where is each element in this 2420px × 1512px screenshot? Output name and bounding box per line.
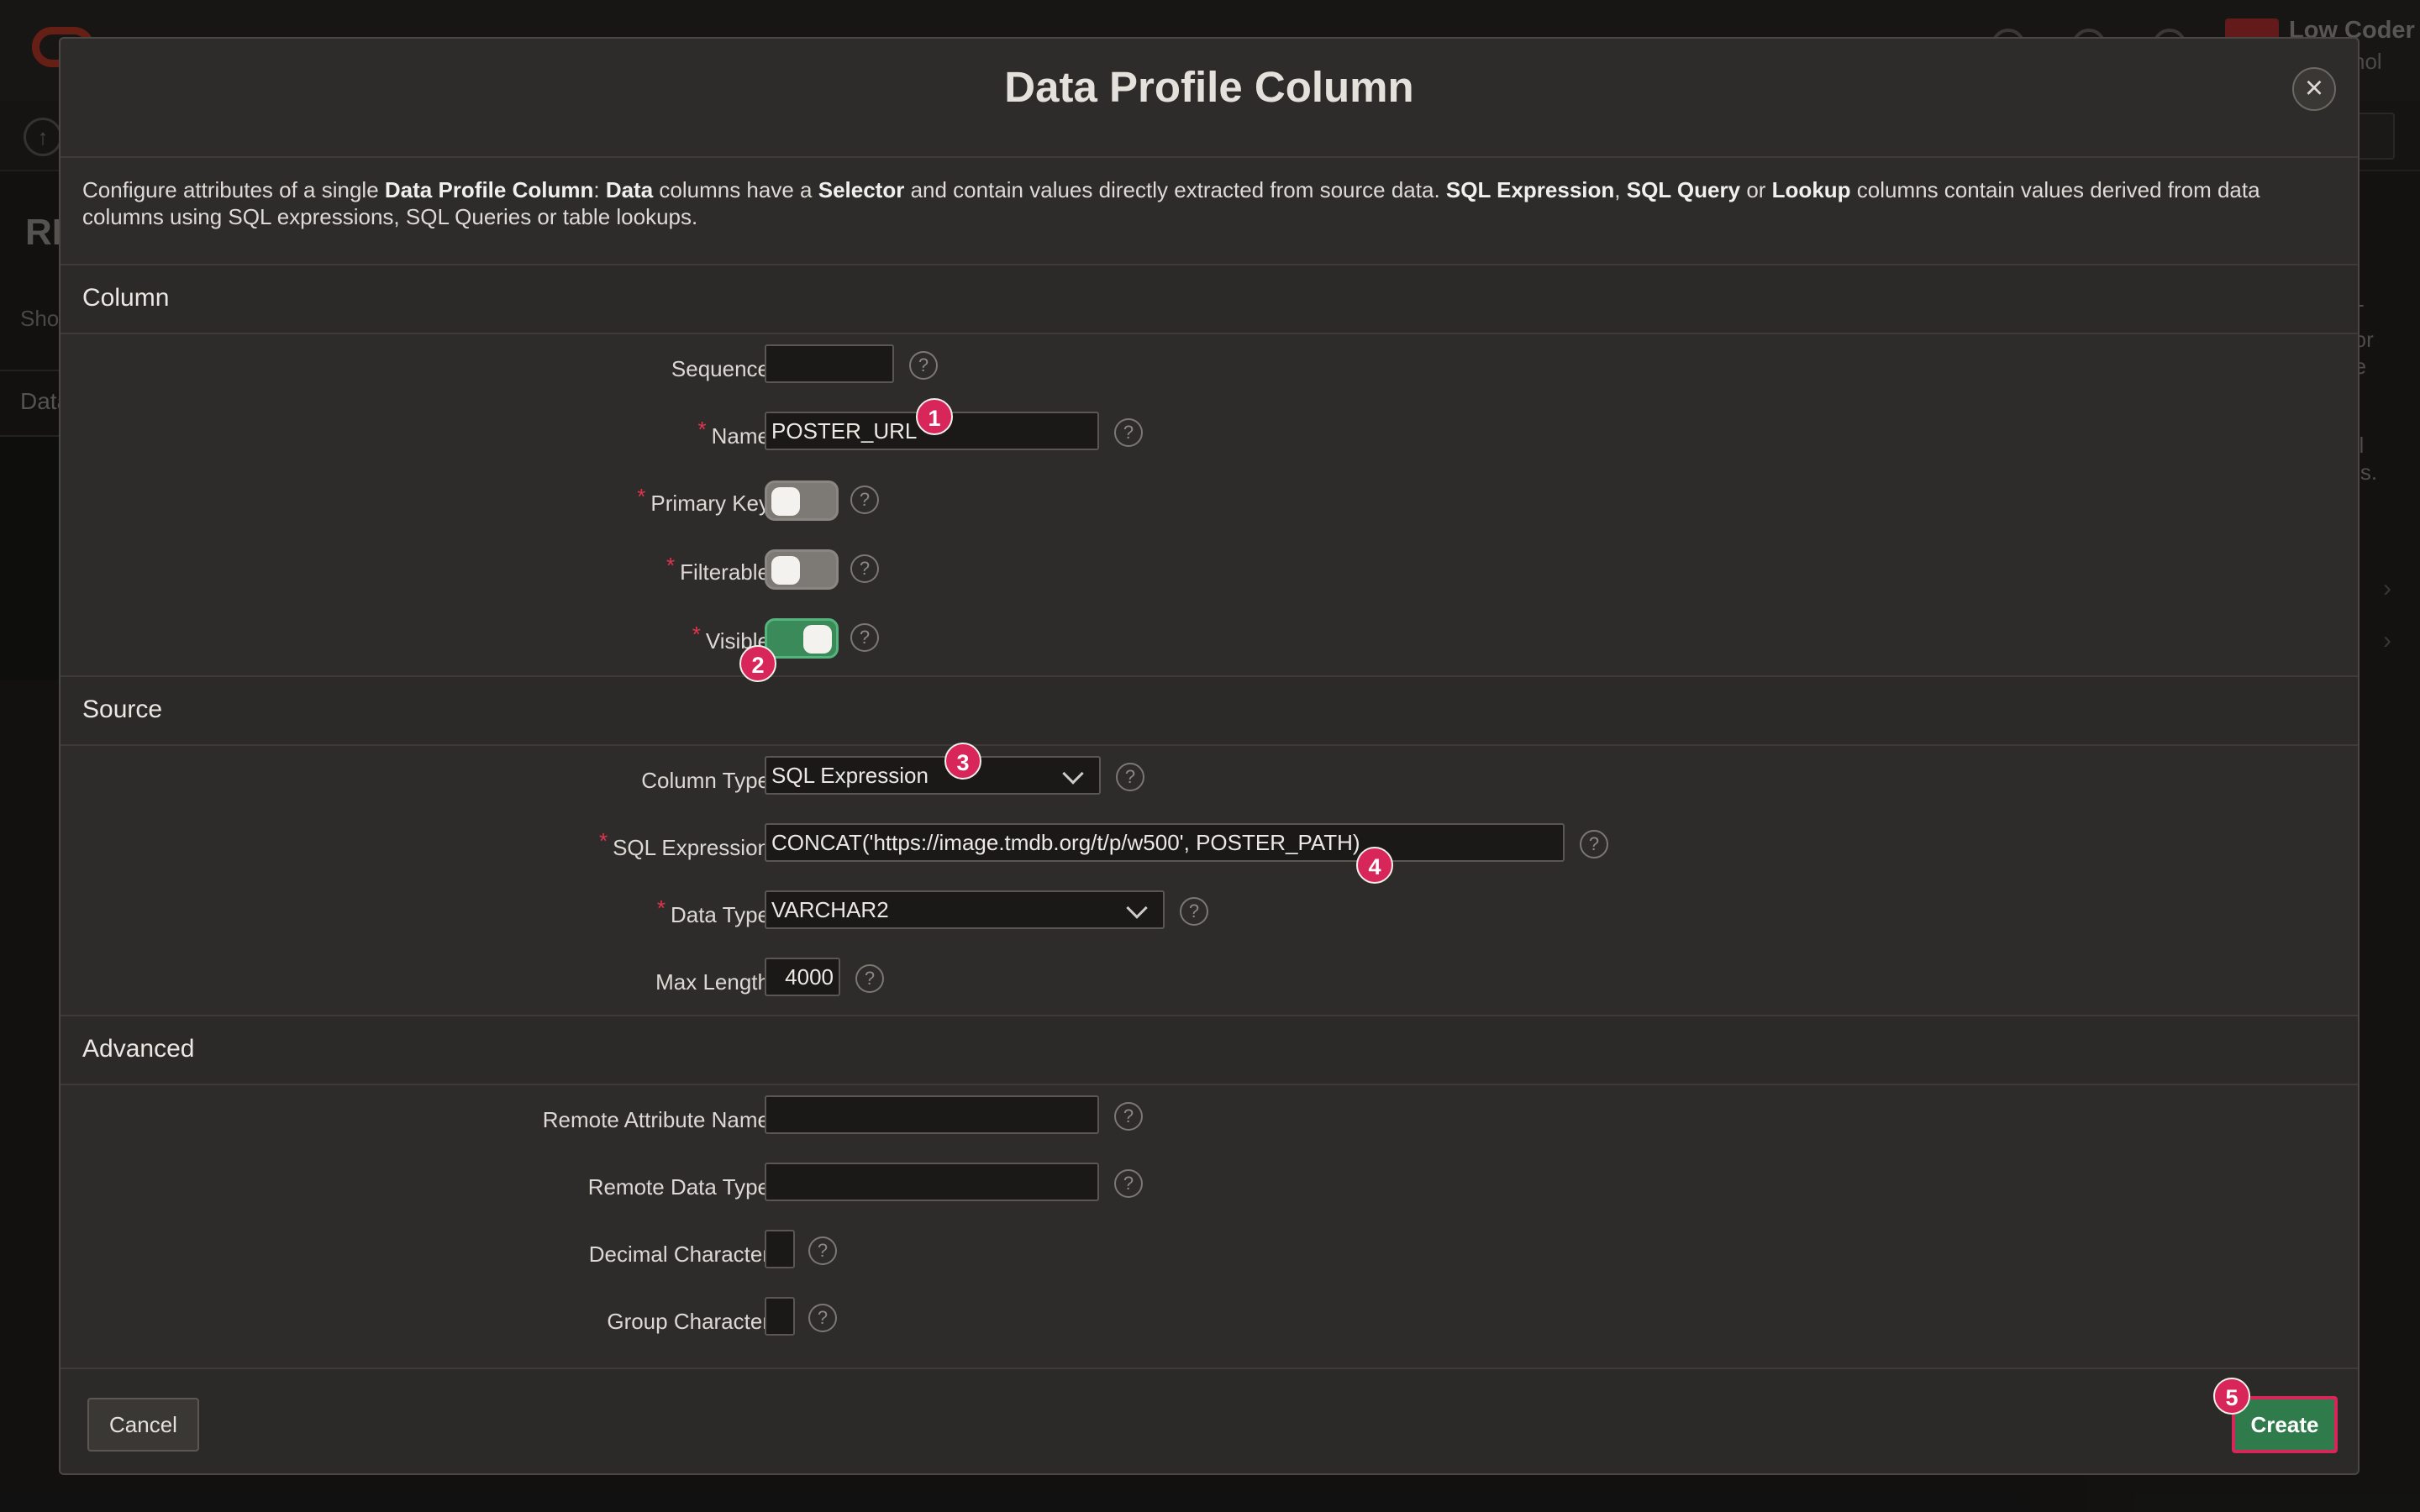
field-remote-attribute-name: Remote Attribute Name ?: [60, 1095, 2358, 1146]
help-icon[interactable]: ?: [855, 964, 884, 993]
section-column[interactable]: Column: [60, 264, 2358, 334]
field-sequence: Sequence ?: [60, 344, 2358, 395]
decimal-character-input[interactable]: [765, 1230, 795, 1268]
sequence-input[interactable]: [765, 344, 894, 383]
field-label: Decimal Character: [588, 1242, 770, 1267]
dialog-footer: Cancel Create: [60, 1368, 2358, 1473]
column-type-value: SQL Expression: [771, 763, 929, 788]
max-length-input[interactable]: 4000: [765, 958, 840, 996]
section-source[interactable]: Source: [60, 675, 2358, 746]
remote-attribute-name-input[interactable]: [765, 1095, 1099, 1134]
desc-bold: Data: [605, 177, 654, 202]
step-badge: 2: [739, 645, 776, 682]
group-character-input[interactable]: [765, 1297, 795, 1336]
help-icon[interactable]: ?: [850, 554, 879, 583]
field-label: * Data Type: [656, 895, 770, 927]
field-label: Group Character: [607, 1309, 770, 1334]
visible-toggle[interactable]: [765, 618, 839, 659]
dialog-title: Data Profile Column: [1004, 63, 1414, 111]
help-icon[interactable]: ?: [1114, 418, 1143, 447]
dialog-header: Data Profile Column ×: [60, 39, 2358, 158]
help-icon[interactable]: ?: [909, 351, 938, 380]
field-column-type: Column Type SQL Expression ?: [60, 756, 2358, 806]
data-type-select[interactable]: VARCHAR2: [765, 890, 1165, 929]
field-remote-data-type: Remote Data Type ?: [60, 1163, 2358, 1213]
help-icon[interactable]: ?: [850, 486, 879, 514]
field-decimal-character: Decimal Character ?: [60, 1230, 2358, 1280]
field-label: * Name: [697, 417, 770, 449]
desc-text: Configure attributes of a single: [82, 177, 385, 202]
help-icon[interactable]: ?: [850, 623, 879, 652]
help-icon[interactable]: ?: [808, 1236, 837, 1265]
help-icon[interactable]: ?: [1114, 1169, 1143, 1198]
field-visible: * Visible ?: [60, 617, 2358, 667]
column-type-select[interactable]: SQL Expression: [765, 756, 1101, 795]
field-label: * Primary Key: [637, 484, 770, 516]
help-icon[interactable]: ?: [1580, 830, 1608, 858]
primary-key-toggle[interactable]: [765, 480, 839, 521]
step-badge: 3: [944, 743, 981, 780]
field-max-length: Max Length 4000 ?: [60, 958, 2358, 1008]
field-label: * SQL Expression: [598, 828, 770, 860]
desc-text: or: [1740, 177, 1772, 202]
step-badge: 4: [1356, 847, 1393, 884]
desc-text: and contain values directly extracted fr…: [904, 177, 1446, 202]
field-group-character: Group Character ?: [60, 1297, 2358, 1347]
chevron-down-icon: [1062, 763, 1084, 785]
desc-bold: Selector: [818, 177, 905, 202]
field-data-type: * Data Type VARCHAR2 ?: [60, 890, 2358, 941]
field-primary-key: * Primary Key ?: [60, 479, 2358, 529]
field-label: * Filterable: [666, 553, 770, 585]
desc-bold: Lookup: [1771, 177, 1851, 202]
help-icon[interactable]: ?: [808, 1304, 837, 1332]
help-icon[interactable]: ?: [1180, 897, 1208, 926]
field-label: Remote Data Type: [587, 1174, 770, 1200]
field-label: Column Type: [641, 768, 770, 793]
filterable-toggle[interactable]: [765, 549, 839, 590]
field-label: Max Length: [655, 969, 770, 995]
field-label: Sequence: [671, 356, 770, 381]
help-icon[interactable]: ?: [1116, 763, 1144, 791]
data-type-value: VARCHAR2: [771, 897, 889, 922]
field-filterable: * Filterable ?: [60, 548, 2358, 598]
section-title: Advanced: [82, 1035, 195, 1063]
data-profile-column-dialog: Data Profile Column × Configure attribut…: [59, 37, 2360, 1475]
sql-expression-input[interactable]: CONCAT('https://image.tmdb.org/t/p/w500'…: [765, 823, 1565, 862]
desc-bold: SQL Query: [1626, 177, 1741, 202]
field-name: * Name POSTER_URL ?: [60, 412, 2358, 462]
close-icon[interactable]: ×: [2292, 67, 2336, 111]
cancel-button[interactable]: Cancel: [87, 1398, 199, 1452]
field-sql-expression: * SQL Expression CONCAT('https://image.tm…: [60, 823, 2358, 874]
desc-text: columns have a: [653, 177, 818, 202]
field-label: Remote Attribute Name: [542, 1107, 770, 1132]
chevron-down-icon: [1126, 897, 1148, 919]
desc-text: :: [593, 177, 606, 202]
section-title: Column: [82, 284, 170, 312]
desc-text: ,: [1614, 177, 1627, 202]
section-advanced[interactable]: Advanced: [60, 1015, 2358, 1085]
section-title: Source: [82, 696, 163, 723]
step-badge: 1: [916, 398, 953, 435]
dialog-description: Configure attributes of a single Data Pr…: [82, 176, 2334, 230]
help-icon[interactable]: ?: [1114, 1102, 1143, 1131]
desc-bold: Data Profile Column: [384, 177, 594, 202]
desc-bold: SQL Expression: [1445, 177, 1615, 202]
step-badge: 5: [2213, 1378, 2250, 1415]
remote-data-type-input[interactable]: [765, 1163, 1099, 1201]
